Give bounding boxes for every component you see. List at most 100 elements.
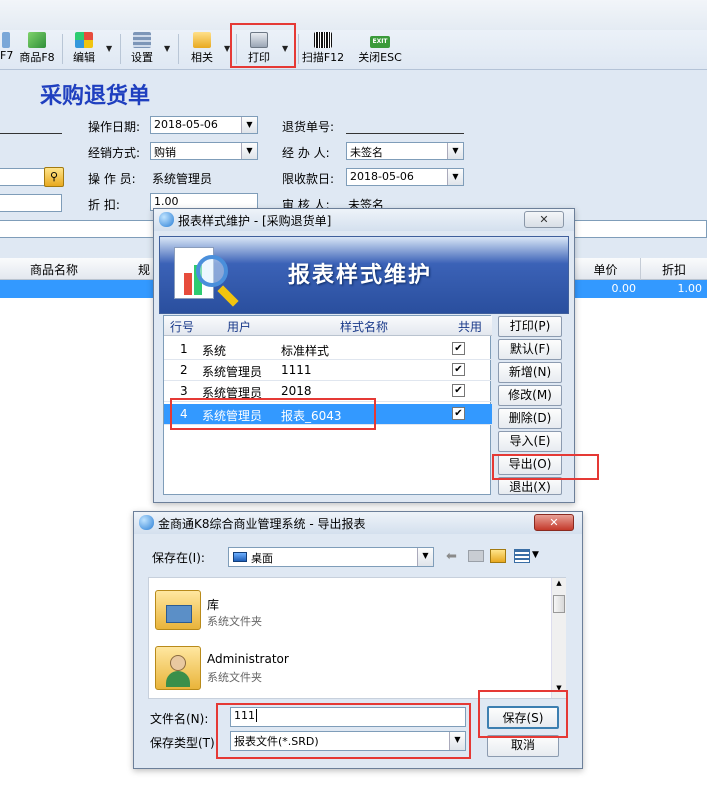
save-button[interactable]: 保存(S): [487, 706, 559, 729]
chevron-down-icon[interactable]: ▼: [447, 143, 463, 159]
close-button[interactable]: ✕: [524, 211, 564, 228]
table-row[interactable]: 2 系统管理员 1111 ✔: [164, 360, 492, 381]
shared-checkbox[interactable]: ✔: [452, 363, 465, 376]
toolbar-separator: [236, 34, 237, 64]
save-in-value: 桌面: [251, 552, 273, 565]
save-in-select[interactable]: 桌面 ▼: [228, 547, 434, 567]
toolbar-related-button[interactable]: 相关: [184, 32, 220, 66]
app-icon: [139, 515, 154, 530]
scrollbar-thumb[interactable]: [553, 595, 565, 613]
vertical-scrollbar[interactable]: ▲ ▼: [551, 578, 566, 698]
exit-icon: EXIT: [370, 36, 390, 48]
list-item[interactable]: 库 系统文件夹: [149, 588, 549, 642]
back-icon[interactable]: ⬅: [446, 549, 457, 564]
return-no-label: 退货单号:: [282, 120, 335, 134]
underline-field: [0, 133, 62, 134]
sale-mode-select[interactable]: 购销 ▼: [150, 142, 258, 160]
user-folder-icon: [155, 646, 201, 690]
search-icon[interactable]: ⚲: [44, 167, 64, 187]
modify-button[interactable]: 修改(M): [498, 385, 562, 406]
print-button[interactable]: 打印(P): [498, 316, 562, 337]
table-row-selected[interactable]: 4 系统管理员 报表_6043 ✔: [164, 404, 492, 425]
scroll-down-icon[interactable]: ▼: [553, 684, 565, 696]
export-button[interactable]: 导出(O): [498, 454, 562, 475]
print-dropdown-arrow[interactable]: ▼: [282, 44, 288, 53]
filetype-label: 保存类型(T):: [150, 736, 219, 750]
toolbar-print-button[interactable]: 打印: [241, 32, 277, 66]
report-dialog-titlebar: 报表样式维护 - [采购退货单] ✕: [154, 209, 574, 231]
shared-checkbox[interactable]: ✔: [452, 342, 465, 355]
toolbar-scan-button[interactable]: 扫描F12: [301, 32, 345, 66]
report-dialog-title: 报表样式维护 - [采购退货单]: [178, 214, 332, 228]
export-dialog-titlebar: 金商通K8综合商业管理系统 - 导出报表 ✕: [134, 512, 582, 534]
shared-checkbox[interactable]: ✔: [452, 407, 465, 420]
exit-button[interactable]: 退出(X): [498, 477, 562, 495]
table-row[interactable]: 3 系统管理员 2018 ✔: [164, 381, 492, 402]
new-button[interactable]: 新增(N): [498, 362, 562, 383]
toolbar-separator: [298, 34, 299, 64]
scroll-up-icon[interactable]: ▲: [553, 579, 565, 591]
table-row[interactable]: 1 系统 标准样式 ✔: [164, 339, 492, 360]
close-button[interactable]: ✕: [534, 514, 574, 531]
handler-label: 经 办 人:: [282, 146, 330, 160]
up-folder-icon[interactable]: [468, 550, 484, 562]
cancel-button[interactable]: 取消: [487, 735, 559, 757]
edit-dropdown-arrow[interactable]: ▼: [106, 44, 112, 53]
chevron-down-icon[interactable]: ▼: [417, 548, 433, 566]
library-folder-icon: [155, 590, 201, 630]
save-in-label: 保存在(I):: [152, 551, 205, 565]
toolbar-goods-button[interactable]: 商品F8: [16, 32, 58, 66]
deadline-label: 限收款日:: [282, 172, 335, 186]
filename-label: 文件名(N):: [150, 712, 209, 726]
row-discount: 1.00: [677, 282, 703, 295]
table-header: 行号 用户 样式名称 共用: [164, 316, 492, 336]
chevron-down-icon[interactable]: ▼: [449, 732, 465, 750]
toolbar-separator: [178, 34, 179, 64]
chevron-down-icon[interactable]: ▼: [241, 117, 257, 133]
banner-title: 报表样式维护: [288, 263, 433, 288]
toolbar-f7-button[interactable]: F7: [0, 32, 13, 66]
toolbar-close-button[interactable]: EXIT 关闭ESC: [357, 32, 403, 66]
settings-icon: [133, 32, 151, 48]
shared-checkbox[interactable]: ✔: [452, 384, 465, 397]
col-header-name[interactable]: 商品名称: [0, 258, 108, 280]
chevron-down-icon[interactable]: ▼: [532, 550, 539, 560]
op-date-label: 操作日期:: [88, 120, 141, 134]
op-date-field[interactable]: 2018-05-06 ▼: [150, 116, 258, 134]
discount-label: 折 扣:: [88, 198, 120, 212]
col-header-discount[interactable]: 折扣: [640, 258, 707, 280]
chevron-down-icon[interactable]: ▼: [447, 169, 463, 185]
return-no-field[interactable]: [346, 133, 464, 134]
import-button[interactable]: 导入(E): [498, 431, 562, 452]
filetype-select[interactable]: 报表文件(*.SRD) ▼: [230, 731, 466, 751]
operator-value: 系统管理员: [152, 172, 213, 186]
toolbar-edit-button[interactable]: 编辑: [66, 32, 102, 66]
goods-icon: [28, 32, 46, 48]
new-folder-icon[interactable]: [490, 549, 506, 563]
list-item[interactable]: Administrator 系统文件夹: [149, 644, 549, 698]
page-title: 采购退货单: [40, 83, 151, 109]
deadline-field[interactable]: 2018-05-06 ▼: [346, 168, 464, 186]
chevron-down-icon[interactable]: ▼: [241, 143, 257, 159]
settings-dropdown-arrow[interactable]: ▼: [164, 44, 170, 53]
memo-field[interactable]: [0, 194, 62, 212]
col-style-name: 样式名称: [339, 320, 388, 334]
toolbar-settings-button[interactable]: 设置: [124, 32, 160, 66]
toolbar-separator: [62, 34, 63, 64]
operator-label: 操 作 员:: [88, 172, 136, 186]
app-icon: [159, 212, 174, 227]
view-menu-icon[interactable]: [514, 549, 530, 563]
edit-icon: [75, 32, 93, 48]
delete-button[interactable]: 删除(D): [498, 408, 562, 429]
toolbar-top-strip: [0, 0, 707, 30]
report-style-dialog: 报表样式维护 - [采购退货单] ✕ 报表样式维护 行号 用户 样式名称 共用 …: [153, 208, 575, 503]
col-header-price[interactable]: 单价: [570, 258, 640, 280]
sale-mode-label: 经销方式:: [88, 146, 141, 160]
row-price: 0.00: [611, 282, 637, 295]
handler-select[interactable]: 未签名 ▼: [346, 142, 464, 160]
related-dropdown-arrow[interactable]: ▼: [224, 44, 230, 53]
printer-icon: [250, 32, 268, 48]
default-button[interactable]: 默认(F): [498, 339, 562, 360]
filename-input[interactable]: 111: [230, 707, 466, 727]
barcode-icon: [314, 32, 332, 48]
